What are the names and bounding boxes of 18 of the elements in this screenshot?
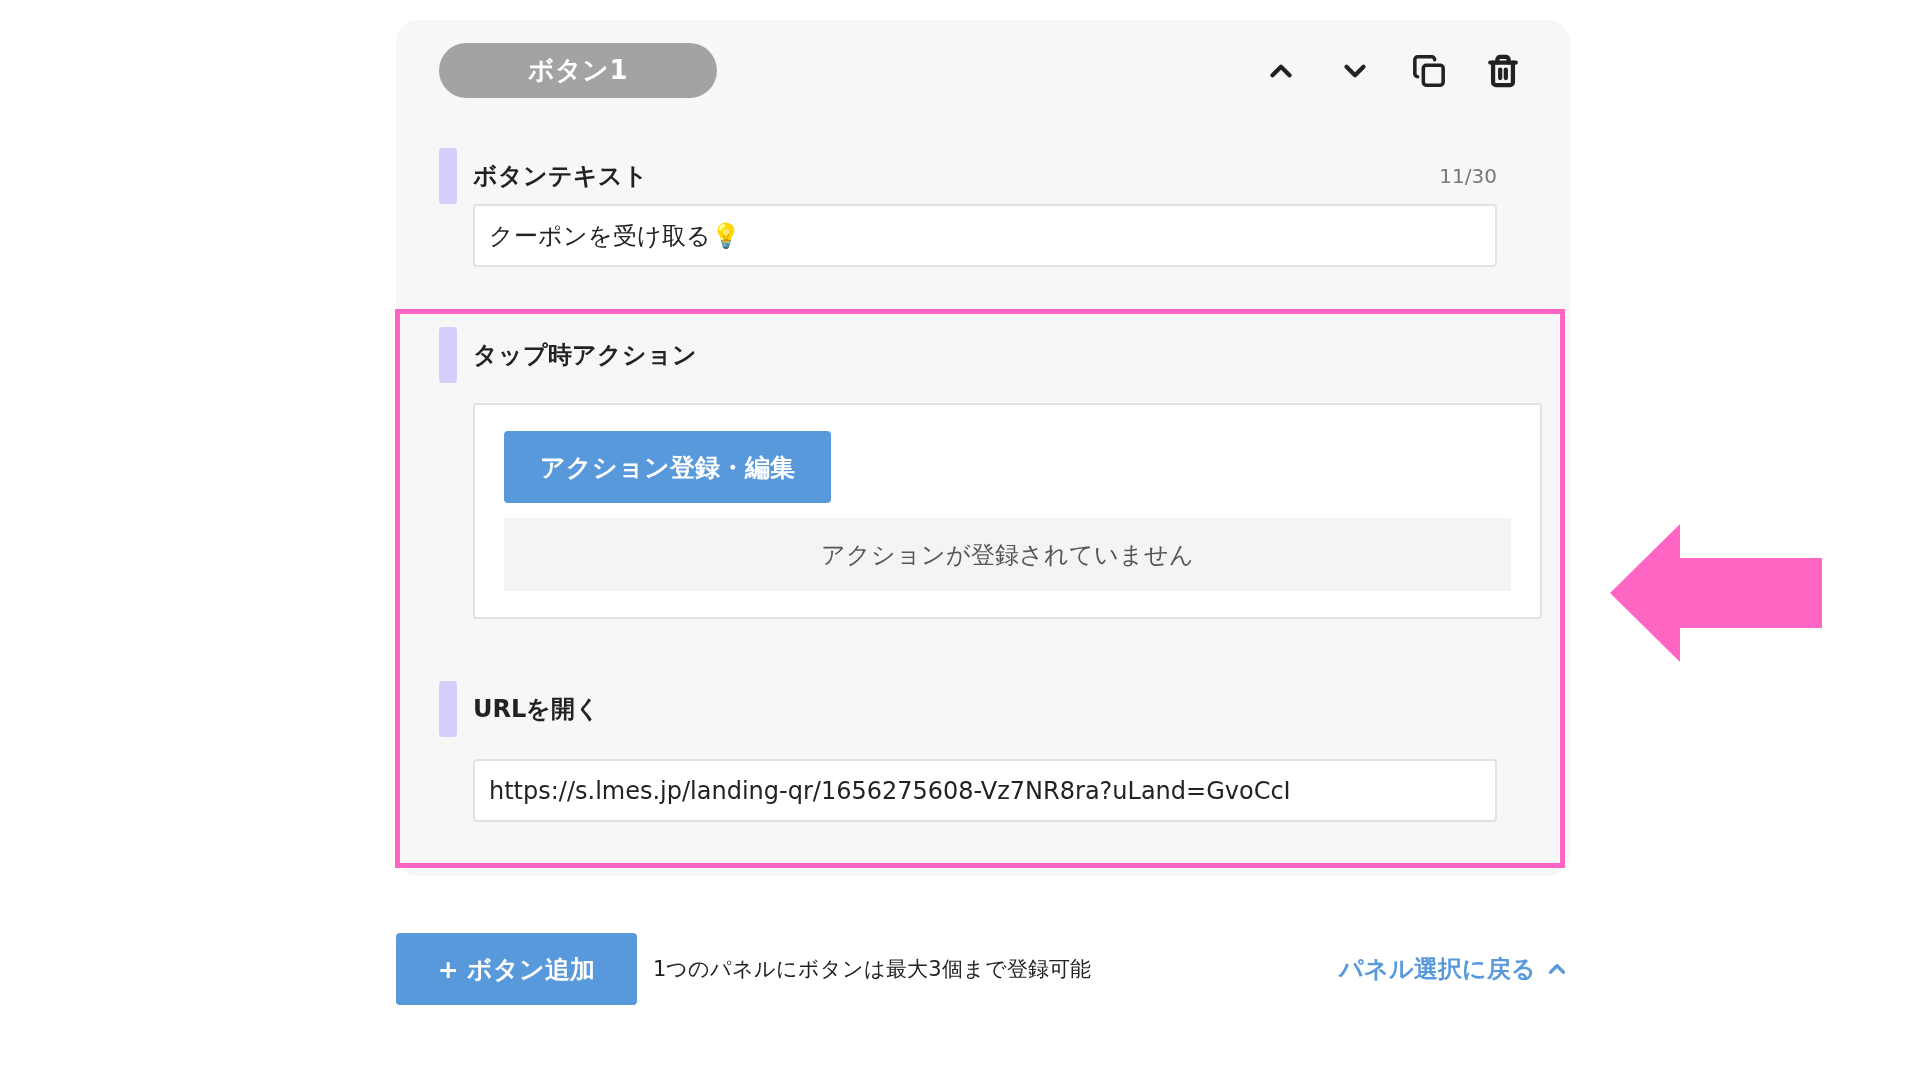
- field-label: タップ時アクション: [473, 340, 697, 371]
- character-counter: 11/30: [1439, 164, 1497, 188]
- field-label: URLを開く: [473, 694, 601, 725]
- copy-icon[interactable]: [1412, 53, 1446, 88]
- label-accent-bar: [439, 681, 457, 737]
- action-edit-button[interactable]: アクション登録・編集: [504, 431, 831, 503]
- back-link[interactable]: パネル選択に戻る: [1339, 953, 1570, 985]
- field-label: ボタンテキスト: [473, 161, 648, 192]
- button-number-badge: ボタン1: [439, 43, 717, 98]
- label-accent-bar: [439, 327, 457, 383]
- trash-icon[interactable]: [1486, 53, 1520, 88]
- label-accent-bar: [439, 148, 457, 204]
- limit-note: 1つのパネルにボタンは最大3個まで登録可能: [653, 956, 1091, 983]
- url-input-field[interactable]: https://s.lmes.jp/landing-qr/1656275608-Vz7NR8ra?uLand=GvoCcI: [473, 759, 1497, 822]
- add-button[interactable]: + ボタン追加: [396, 933, 637, 1005]
- pointer-arrow-icon: [1610, 524, 1822, 662]
- input-field[interactable]: クーポンを受け取る💡: [473, 204, 1497, 267]
- empty-message: アクションが登録されていません: [504, 518, 1511, 591]
